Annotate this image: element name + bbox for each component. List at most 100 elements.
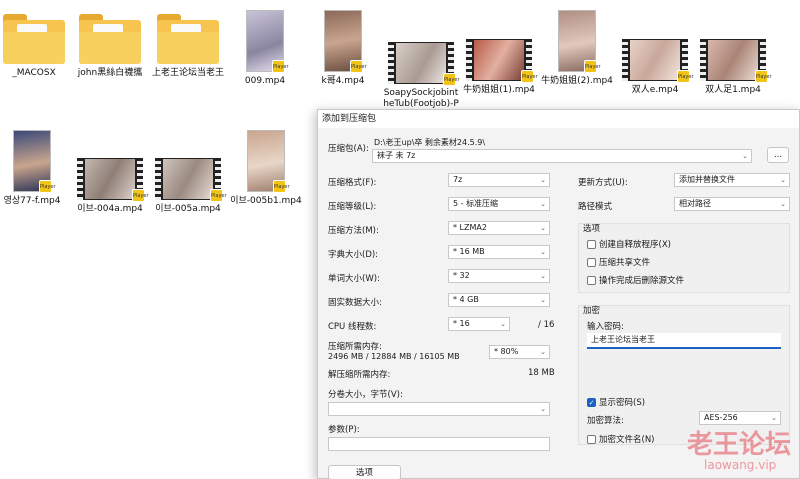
watermark-title: 老王论坛 (687, 430, 792, 460)
params-input[interactable] (328, 437, 550, 451)
format-select[interactable]: 7z ⌄ (448, 173, 550, 187)
password-value: 上老王论坛当老王 (591, 335, 655, 344)
player-badge-icon: Player (443, 73, 460, 86)
method-select[interactable]: * LZMA2 ⌄ (448, 221, 550, 235)
video-eve-005b1[interactable]: Player 이브-005b1.mp4 (226, 130, 306, 207)
chevron-down-icon: ⌄ (771, 414, 777, 422)
checkbox-icon[interactable] (587, 276, 596, 285)
level-value: 5 - 标准压缩 (453, 199, 499, 208)
chevron-down-icon: ⌄ (540, 248, 546, 256)
dict-value: * 16 MB (453, 247, 485, 256)
chevron-down-icon: ⌄ (540, 405, 546, 413)
player-badge-icon: Player (39, 180, 56, 193)
player-badge-icon: Player (210, 189, 227, 202)
chevron-down-icon: ⌄ (540, 176, 546, 184)
checkbox-icon[interactable] (587, 435, 596, 444)
split-combobox[interactable]: ⌄ (328, 402, 550, 416)
archive-name-combobox[interactable]: 袜子 未 7z ⌄ (372, 149, 752, 163)
chevron-down-icon: ⌄ (780, 200, 786, 208)
dict-label: 字典大小(D): (328, 250, 379, 260)
file-label: 牛奶姐姐(1).mp4 (463, 85, 535, 95)
chevron-down-icon: ⌄ (742, 152, 748, 160)
opt-delete-label: 操作完成后删除源文件 (599, 276, 685, 286)
method-value: * LZMA2 (453, 223, 487, 232)
file-label: 双人e.mp4 (631, 85, 679, 95)
file-label: 영상77-f.mp4 (3, 196, 61, 206)
player-badge-icon: Player (350, 60, 367, 73)
options-button[interactable]: 选项 (328, 465, 401, 479)
dict-select[interactable]: * 16 MB ⌄ (448, 245, 550, 259)
password-label: 输入密码: (587, 322, 624, 332)
folder-macosx[interactable]: _MACOSX (0, 14, 74, 79)
video-thumbnail: Player (558, 10, 601, 73)
folder-icon (3, 14, 65, 64)
opt-delete[interactable]: 操作完成后删除源文件 (587, 274, 684, 286)
decomp-value: 18 MB (528, 368, 555, 378)
video-duo-e[interactable]: Player 双人e.mp4 (615, 39, 695, 96)
player-badge-icon: Player (755, 70, 772, 83)
archive-path: D:\老王up\卒 剩余素材24.5.9\ (374, 138, 486, 147)
video-thumbnail: Player (622, 39, 694, 83)
update-label: 更新方式(U): (578, 178, 628, 188)
archive-name-value: 袜子 未 7z (377, 151, 416, 160)
checkbox-icon[interactable] (587, 240, 596, 249)
video-thumbnail: Player (13, 130, 56, 193)
folder-icon (157, 14, 219, 64)
checkbox-icon[interactable] (587, 258, 596, 267)
video-eve-004a[interactable]: Player 이브-004a.mp4 (70, 158, 150, 215)
show-password[interactable]: ✓ 显示密码(S) (587, 396, 645, 408)
options-group-title: 选项 (583, 224, 601, 234)
mem-percent-value: * 80% (494, 347, 519, 356)
algo-select[interactable]: AES-256 ⌄ (699, 411, 781, 425)
solid-select[interactable]: * 4 GB ⌄ (448, 293, 550, 307)
browse-button[interactable]: ... (767, 147, 789, 163)
video-thumbnail: Player (246, 10, 289, 73)
video-duo-foot1[interactable]: Player 双人足1.mp4 (693, 39, 773, 96)
video-009[interactable]: Player 009.mp4 (225, 10, 305, 87)
player-badge-icon: Player (272, 60, 289, 73)
encrypt-names[interactable]: 加密文件名(N) (587, 433, 655, 445)
word-select[interactable]: * 32 ⌄ (448, 269, 550, 283)
file-label: john黑絲白襪攜 (77, 68, 143, 78)
solid-value: * 4 GB (453, 295, 479, 304)
password-input[interactable]: 上老王论坛当老王 (587, 333, 781, 349)
dialog-title: 添加到压缩包 (322, 114, 377, 124)
player-badge-icon: Player (677, 70, 694, 83)
solid-label: 固实数据大小: (328, 298, 382, 308)
path-select[interactable]: 相对路径 ⌄ (674, 197, 790, 211)
cpu-select[interactable]: * 16 ⌄ (448, 317, 510, 331)
algo-label: 加密算法: (587, 416, 624, 426)
folder-laowang[interactable]: 上老王论坛当老王 (148, 14, 228, 79)
dialog-titlebar[interactable]: 添加到压缩包 (318, 110, 799, 128)
encrypt-names-label: 加密文件名(N) (599, 435, 655, 445)
params-label: 参数(P): (328, 425, 360, 435)
file-label: k哥4.mp4 (321, 76, 365, 86)
video-77f[interactable]: Player 영상77-f.mp4 (0, 130, 72, 207)
video-milk1[interactable]: Player 牛奶姐姐(1).mp4 (459, 39, 539, 96)
video-k4[interactable]: Player k哥4.mp4 (303, 10, 383, 87)
opt-sfx[interactable]: 创建自释放程序(X) (587, 238, 671, 250)
video-thumbnail: Player (388, 42, 460, 86)
encrypt-group-title: 加密 (583, 306, 601, 316)
chevron-down-icon: ⌄ (540, 200, 546, 208)
folder-john[interactable]: john黑絲白襪攜 (70, 14, 150, 79)
checkbox-checked-icon[interactable]: ✓ (587, 398, 596, 407)
cpu-total: / 16 (538, 320, 555, 330)
archive-label: 压缩包(A): (328, 144, 369, 154)
path-label: 路径模式 (578, 202, 613, 212)
file-label: 牛奶姐姐(2).mp4 (541, 76, 613, 86)
player-badge-icon: Player (273, 180, 290, 193)
format-label: 压缩格式(F): (328, 178, 377, 188)
format-value: 7z (453, 175, 463, 184)
chevron-down-icon: ⌄ (540, 224, 546, 232)
video-milk2[interactable]: Player 牛奶姐姐(2).mp4 (537, 10, 617, 87)
opt-shared[interactable]: 压缩共享文件 (587, 256, 650, 268)
mem-percent-select[interactable]: * 80% ⌄ (489, 345, 550, 359)
level-select[interactable]: 5 - 标准压缩 ⌄ (448, 197, 550, 211)
file-label: 009.mp4 (244, 76, 286, 86)
video-eve-005a[interactable]: Player 이브-005a.mp4 (148, 158, 228, 215)
update-select[interactable]: 添加并替换文件 ⌄ (674, 173, 790, 187)
opt-sfx-label: 创建自释放程序(X) (599, 240, 671, 250)
video-thumbnail: Player (700, 39, 772, 83)
chevron-down-icon: ⌄ (540, 296, 546, 304)
